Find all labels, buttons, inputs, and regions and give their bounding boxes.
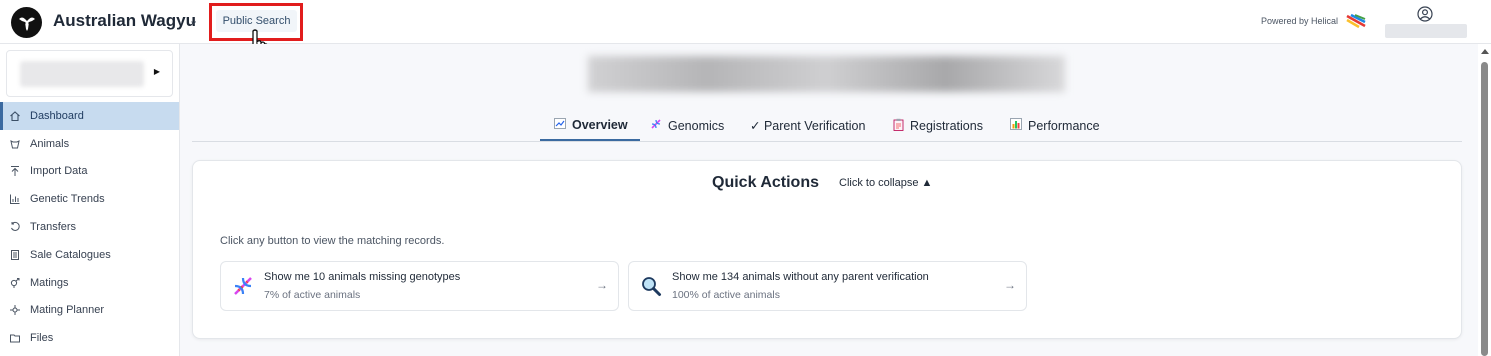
scroll-up-icon[interactable] xyxy=(1481,49,1489,54)
dna-icon xyxy=(232,275,254,297)
transfer-icon xyxy=(9,221,21,233)
tab-overview[interactable]: Overview xyxy=(540,110,640,141)
bar-chart-icon xyxy=(1010,118,1022,133)
action-subtitle: 7% of active animals xyxy=(264,289,361,301)
quick-action-no-parent-verification[interactable]: Show me 134 animals without any parent v… xyxy=(628,261,1027,311)
chart-icon xyxy=(554,117,566,132)
bar-chart-icon xyxy=(9,193,21,205)
tab-label: ✓ Parent Verification xyxy=(750,119,866,133)
tab-label: Overview xyxy=(572,117,628,132)
tab-performance[interactable]: Performance xyxy=(1010,110,1100,141)
tab-label: Performance xyxy=(1028,118,1100,133)
planner-icon xyxy=(9,304,21,316)
arrow-right-icon: → xyxy=(1004,278,1016,292)
sidebar-item-genetic-trends[interactable]: Genetic Trends xyxy=(0,185,179,213)
sidebar-item-transfers[interactable]: Transfers xyxy=(0,213,179,241)
folder-icon xyxy=(9,332,21,344)
wagyu-logo-icon[interactable] xyxy=(11,7,42,38)
tab-parent-verification[interactable]: ✓ Parent Verification xyxy=(750,110,865,141)
tab-registrations[interactable]: Registrations xyxy=(893,110,983,141)
organisation-selector[interactable]: ▶ xyxy=(6,50,173,97)
upload-icon xyxy=(9,165,21,177)
magnifier-icon xyxy=(640,275,662,297)
caret-right-icon[interactable]: ▶ xyxy=(154,67,160,76)
sidebar-item-files[interactable]: Files xyxy=(0,324,179,352)
top-header: Australian Wagyu ⌄ Public Search Powered… xyxy=(0,0,1491,62)
cow-icon xyxy=(9,138,21,150)
powered-by-text: Powered by Helical xyxy=(1261,16,1339,26)
action-title: Show me 10 animals missing genotypes xyxy=(264,271,461,283)
sidebar-item-animals[interactable]: Animals xyxy=(0,130,179,158)
sidebar-item-mating-planner[interactable]: Mating Planner xyxy=(0,297,179,325)
quick-action-missing-genotypes[interactable]: Show me 10 animals missing genotypes 7% … xyxy=(220,261,619,311)
organisation-name xyxy=(20,61,144,87)
sidebar-item-label: Matings xyxy=(30,276,69,289)
action-title: Show me 134 animals without any parent v… xyxy=(672,271,929,283)
user-name[interactable] xyxy=(1385,24,1467,38)
quick-actions-hint: Click any button to view the matching re… xyxy=(220,235,445,247)
gender-icon xyxy=(9,277,21,289)
sidebar-nav: Dashboard Animals Import Data Genetic Tr… xyxy=(0,102,179,352)
dna-icon xyxy=(650,118,662,133)
sidebar-item-label: Mating Planner xyxy=(30,304,104,317)
sidebar-item-label: Transfers xyxy=(30,221,77,234)
tab-label: Genomics xyxy=(668,118,725,133)
collapse-toggle[interactable]: Click to collapse ▲ xyxy=(839,177,932,189)
sidebar-item-label: Dashboard xyxy=(30,109,84,122)
sidebar-item-dashboard[interactable]: Dashboard xyxy=(0,102,179,130)
app-title[interactable]: Australian Wagyu xyxy=(53,11,196,31)
sidebar-item-label: Sale Catalogues xyxy=(30,248,111,261)
action-subtitle: 100% of active animals xyxy=(672,289,780,301)
sidebar-item-label: Genetic Trends xyxy=(30,193,105,206)
tab-genomics[interactable]: Genomics xyxy=(650,110,724,141)
sidebar-item-matings[interactable]: Matings xyxy=(0,269,179,297)
helical-logo-icon xyxy=(1345,13,1367,34)
dashboard-tabs: Overview Genomics ✓ Parent Verification … xyxy=(192,110,1462,142)
quick-actions-title: Quick Actions xyxy=(712,174,819,191)
sidebar-item-sale-catalogues[interactable]: Sale Catalogues xyxy=(0,241,179,269)
quick-actions-card: Quick Actions Click to collapse ▲ Click … xyxy=(192,160,1462,339)
home-icon xyxy=(9,110,21,122)
main-content: Overview Genomics ✓ Parent Verification … xyxy=(180,44,1478,356)
chevron-down-icon[interactable]: ⌄ xyxy=(189,14,198,27)
vertical-scrollbar[interactable] xyxy=(1478,44,1491,356)
sidebar-item-label: Import Data xyxy=(30,165,88,178)
catalogue-icon xyxy=(9,249,21,261)
organisation-banner xyxy=(588,56,1065,92)
sidebar-item-label: Animals xyxy=(30,137,70,150)
sidebar-item-label: Files xyxy=(30,332,54,345)
scroll-thumb[interactable] xyxy=(1481,62,1488,356)
sidebar-item-import-data[interactable]: Import Data xyxy=(0,158,179,186)
sidebar: ▶ Dashboard Animals Import Data Genetic … xyxy=(0,44,180,356)
clipboard-icon xyxy=(893,118,904,134)
arrow-right-icon: → xyxy=(596,278,608,292)
tab-label: Registrations xyxy=(910,118,983,133)
